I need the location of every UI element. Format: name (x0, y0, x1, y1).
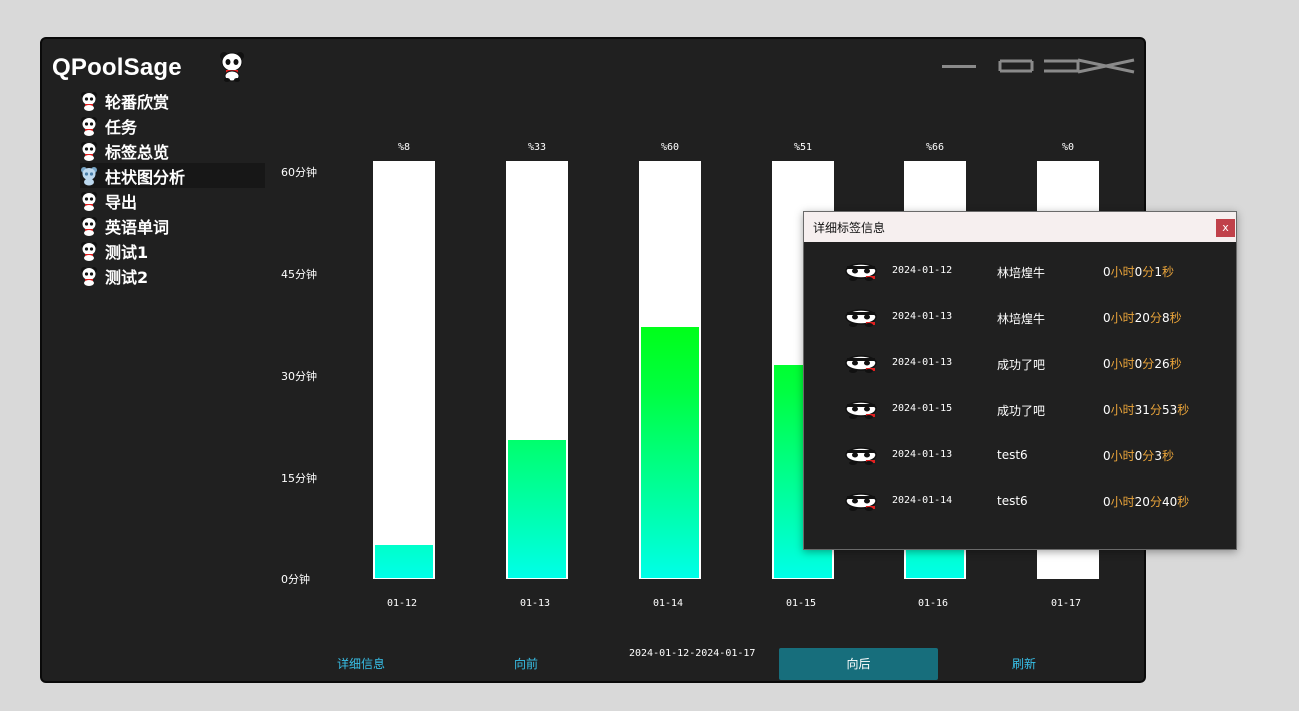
row-duration: 0小时0分1秒 (1103, 265, 1174, 279)
row-tag-name: 林培煌牛 (997, 312, 1046, 326)
y-tick-label: 30分钟 (281, 370, 317, 383)
dialog-close-button[interactable]: x (1216, 219, 1235, 237)
bar-background[interactable] (506, 161, 568, 579)
list-item: 2024-01-14 test6 0小时20分40秒 (804, 490, 1236, 514)
date-range-label: 2024-01-12-2024-01-17 (629, 648, 756, 659)
row-date: 2024-01-12 (892, 265, 953, 276)
list-item: 2024-01-13 林培煌牛 0小时20分8秒 (804, 306, 1236, 330)
dialog-header: 详细标签信息 x (804, 212, 1236, 242)
panda-icon (81, 191, 97, 211)
bar-percent-label: %66 (925, 142, 945, 153)
next-button[interactable]: 向后 (779, 648, 938, 680)
dialog-title: 详细标签信息 (813, 221, 886, 235)
row-duration: 0小时0分26秒 (1103, 357, 1182, 371)
row-tag-name: 林培煌牛 (997, 266, 1046, 280)
x-tick-label: 01-16 (917, 598, 949, 609)
row-tag-name: 成功了吧 (997, 358, 1046, 372)
row-duration: 0小时31分53秒 (1103, 403, 1190, 417)
sidebar-item-english-words[interactable]: 英语单词 (80, 213, 265, 238)
row-tag-name: test6 (997, 494, 1028, 508)
bar (375, 545, 433, 578)
panda-avatar-icon (845, 447, 877, 465)
sidebar-item-label: 轮番欣赏 (105, 92, 170, 112)
panda-icon (81, 266, 97, 286)
panda-logo-icon (220, 52, 244, 82)
sidebar-item-carousel[interactable]: 轮番欣赏 (80, 88, 265, 113)
sidebar-item-test1[interactable]: 测试1 (80, 238, 265, 263)
sidebar-item-tasks[interactable]: 任务 (80, 113, 265, 138)
panda-avatar-icon (845, 493, 877, 511)
panda-avatar-icon (845, 355, 877, 373)
list-item: 2024-01-15 成功了吧 0小时31分53秒 (804, 398, 1236, 422)
panda-active-icon (81, 166, 97, 185)
close-icon[interactable] (1076, 58, 1138, 74)
maximize-icon[interactable] (996, 58, 1036, 74)
list-item: 2024-01-13 test6 0小时0分3秒 (804, 444, 1236, 468)
panda-icon (81, 241, 97, 261)
x-tick-label: 01-14 (652, 598, 684, 609)
sidebar-item-tag-overview[interactable]: 标签总览 (80, 138, 265, 163)
prev-button[interactable]: 向前 (490, 648, 562, 680)
y-tick-label: 0分钟 (281, 573, 310, 586)
panda-icon (81, 141, 97, 161)
panda-icon (81, 116, 97, 136)
sidebar-item-export[interactable]: 导出 (80, 188, 265, 213)
tag-detail-dialog: 详细标签信息 x 2024-01-12 林培煌牛 0小时0分1秒 2024-01-13… (803, 211, 1237, 550)
sidebar-item-bar-chart[interactable]: 柱状图分析 (80, 163, 265, 188)
row-duration: 0小时20分8秒 (1103, 311, 1182, 325)
sidebar-item-label: 标签总览 (105, 142, 170, 162)
bar-percent-label: %60 (660, 142, 680, 153)
row-date: 2024-01-14 (892, 495, 953, 506)
bar-percent-label: %8 (397, 142, 411, 153)
panda-icon (81, 91, 97, 111)
list-item: 2024-01-13 成功了吧 0小时0分26秒 (804, 352, 1236, 376)
bar (508, 440, 566, 578)
minimize-icon[interactable] (940, 58, 978, 74)
x-tick-label: 01-17 (1050, 598, 1082, 609)
row-date: 2024-01-13 (892, 449, 953, 460)
row-date: 2024-01-13 (892, 311, 953, 322)
row-date: 2024-01-15 (892, 403, 953, 414)
x-tick-label: 01-13 (519, 598, 551, 609)
sidebar-item-label: 导出 (105, 192, 138, 212)
list-item: 2024-01-12 林培煌牛 0小时0分1秒 (804, 260, 1236, 284)
refresh-button[interactable]: 刷新 (988, 648, 1060, 680)
panda-avatar-icon (845, 263, 877, 281)
sidebar-nav: 轮番欣赏 任务 标签总览 柱状图分析 导出 英语单词 测试1 测试2 (80, 88, 265, 288)
detail-info-button[interactable]: 详细信息 (315, 648, 407, 680)
sidebar-item-label: 任务 (105, 117, 138, 137)
row-date: 2024-01-13 (892, 357, 953, 368)
bar-background[interactable] (373, 161, 435, 579)
app-title: QPoolSage (52, 54, 182, 81)
bar-percent-label: %51 (793, 142, 813, 153)
row-tag-name: 成功了吧 (997, 404, 1046, 418)
panda-avatar-icon (845, 309, 877, 327)
x-tick-label: 01-15 (785, 598, 817, 609)
panda-avatar-icon (845, 401, 877, 419)
row-duration: 0小时20分40秒 (1103, 495, 1190, 509)
sidebar-item-label: 英语单词 (105, 217, 170, 237)
bar-percent-label: %33 (527, 142, 547, 153)
y-tick-label: 45分钟 (281, 268, 317, 281)
sidebar-item-label: 测试2 (105, 267, 149, 287)
bar (641, 327, 699, 578)
y-tick-label: 60分钟 (281, 166, 317, 179)
sidebar-item-label: 柱状图分析 (105, 167, 186, 187)
panda-icon (81, 216, 97, 236)
sidebar-item-test2[interactable]: 测试2 (80, 263, 265, 288)
sidebar-item-label: 测试1 (105, 242, 149, 262)
row-duration: 0小时0分3秒 (1103, 449, 1174, 463)
bar-background[interactable] (639, 161, 701, 579)
x-tick-label: 01-12 (386, 598, 418, 609)
row-tag-name: test6 (997, 448, 1028, 462)
y-tick-label: 15分钟 (281, 472, 317, 485)
bar-percent-label: %0 (1061, 142, 1075, 153)
